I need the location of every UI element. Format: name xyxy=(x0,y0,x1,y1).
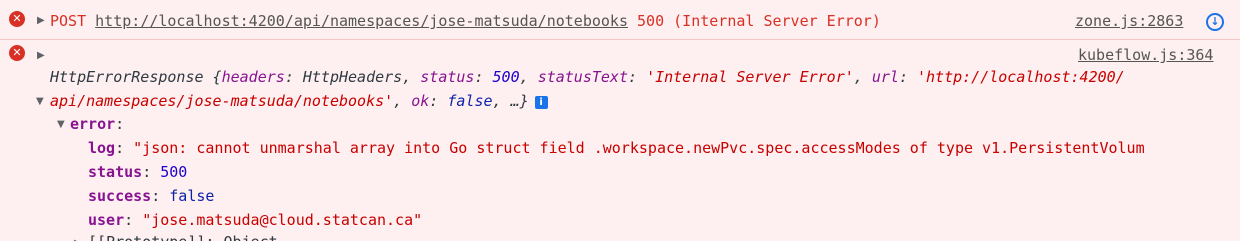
source-link-zone[interactable]: zone.js:2863 xyxy=(1075,11,1183,31)
network-panel-icon[interactable]: ↓ xyxy=(1206,13,1224,31)
error-success-line: success: false xyxy=(88,187,215,205)
error-property-line[interactable]: error: xyxy=(70,114,124,134)
object-summary-line-2[interactable]: api/namespaces/jose-matsuda/notebooks', … xyxy=(50,91,548,111)
info-icon[interactable]: i xyxy=(534,96,548,109)
status-field-value: 500 xyxy=(160,163,188,181)
network-error-line: POST http://localhost:4200/api/namespace… xyxy=(50,11,881,31)
expand-triangle-icon[interactable]: ▶ xyxy=(37,14,45,28)
request-method: POST xyxy=(50,12,87,30)
collapsed-triangle-icon[interactable]: ▶ xyxy=(37,49,45,63)
log-value: "json: cannot unmarshal array into Go st… xyxy=(133,139,1145,157)
devtools-console: ✕ ▶ POST http://localhost:4200/api/names… xyxy=(0,0,1240,241)
success-key: success xyxy=(88,187,152,205)
headers-value: HttpHeaders xyxy=(302,68,403,86)
error-circle-icon: ✕ xyxy=(9,11,25,27)
error-user-line: user: "jose.matsuda@cloud.statcan.ca" xyxy=(88,211,423,229)
prototype-triangle-icon[interactable]: ▶ xyxy=(74,237,82,241)
console-message-http-error-response: ✕ ▶ kubeflow.js:364 HttpErrorResponse {h… xyxy=(0,41,1240,241)
error-expanded-triangle-icon[interactable]: ▼ xyxy=(57,118,65,132)
error-status-line: status: 500 xyxy=(88,163,188,181)
url-value-part1: 'http://localhost:4200/ xyxy=(917,68,1125,86)
error-log-line: log: "json: cannot unmarshal array into … xyxy=(88,139,1145,157)
ok-key: ok xyxy=(411,92,430,110)
error-circle-icon: ✕ xyxy=(9,45,25,61)
object-summary-line-1[interactable]: HttpErrorResponse {headers: HttpHeaders,… xyxy=(50,67,1125,87)
error-key: error xyxy=(70,115,116,133)
statustext-key: statusText xyxy=(537,68,628,86)
log-key: log xyxy=(88,139,116,157)
prototype-line[interactable]: [[Prototype]]: Object xyxy=(88,232,278,241)
expanded-triangle-icon[interactable]: ▼ xyxy=(36,95,44,109)
console-message-network-error: ✕ ▶ POST http://localhost:4200/api/names… xyxy=(0,0,1240,40)
ok-value: false xyxy=(447,92,493,110)
status-value: 500 xyxy=(492,68,520,86)
user-key: user xyxy=(88,211,125,229)
success-value: false xyxy=(169,187,215,205)
status-key: status xyxy=(420,68,475,86)
url-value-part2: api/namespaces/jose-matsuda/notebooks' xyxy=(50,92,394,110)
headers-key: headers xyxy=(221,68,285,86)
source-link-kubeflow[interactable]: kubeflow.js:364 xyxy=(1078,45,1213,65)
user-value: "jose.matsuda@cloud.statcan.ca" xyxy=(142,211,423,229)
status-text: 500 (Internal Server Error) xyxy=(637,12,881,30)
url-key: url xyxy=(871,68,899,86)
object-type: HttpErrorResponse xyxy=(50,68,204,86)
request-url-link[interactable]: http://localhost:4200/api/namespaces/jos… xyxy=(95,12,628,30)
status-field-key: status xyxy=(88,163,143,181)
ellipsis: …} xyxy=(510,92,529,110)
statustext-value: 'Internal Server Error' xyxy=(646,68,854,86)
